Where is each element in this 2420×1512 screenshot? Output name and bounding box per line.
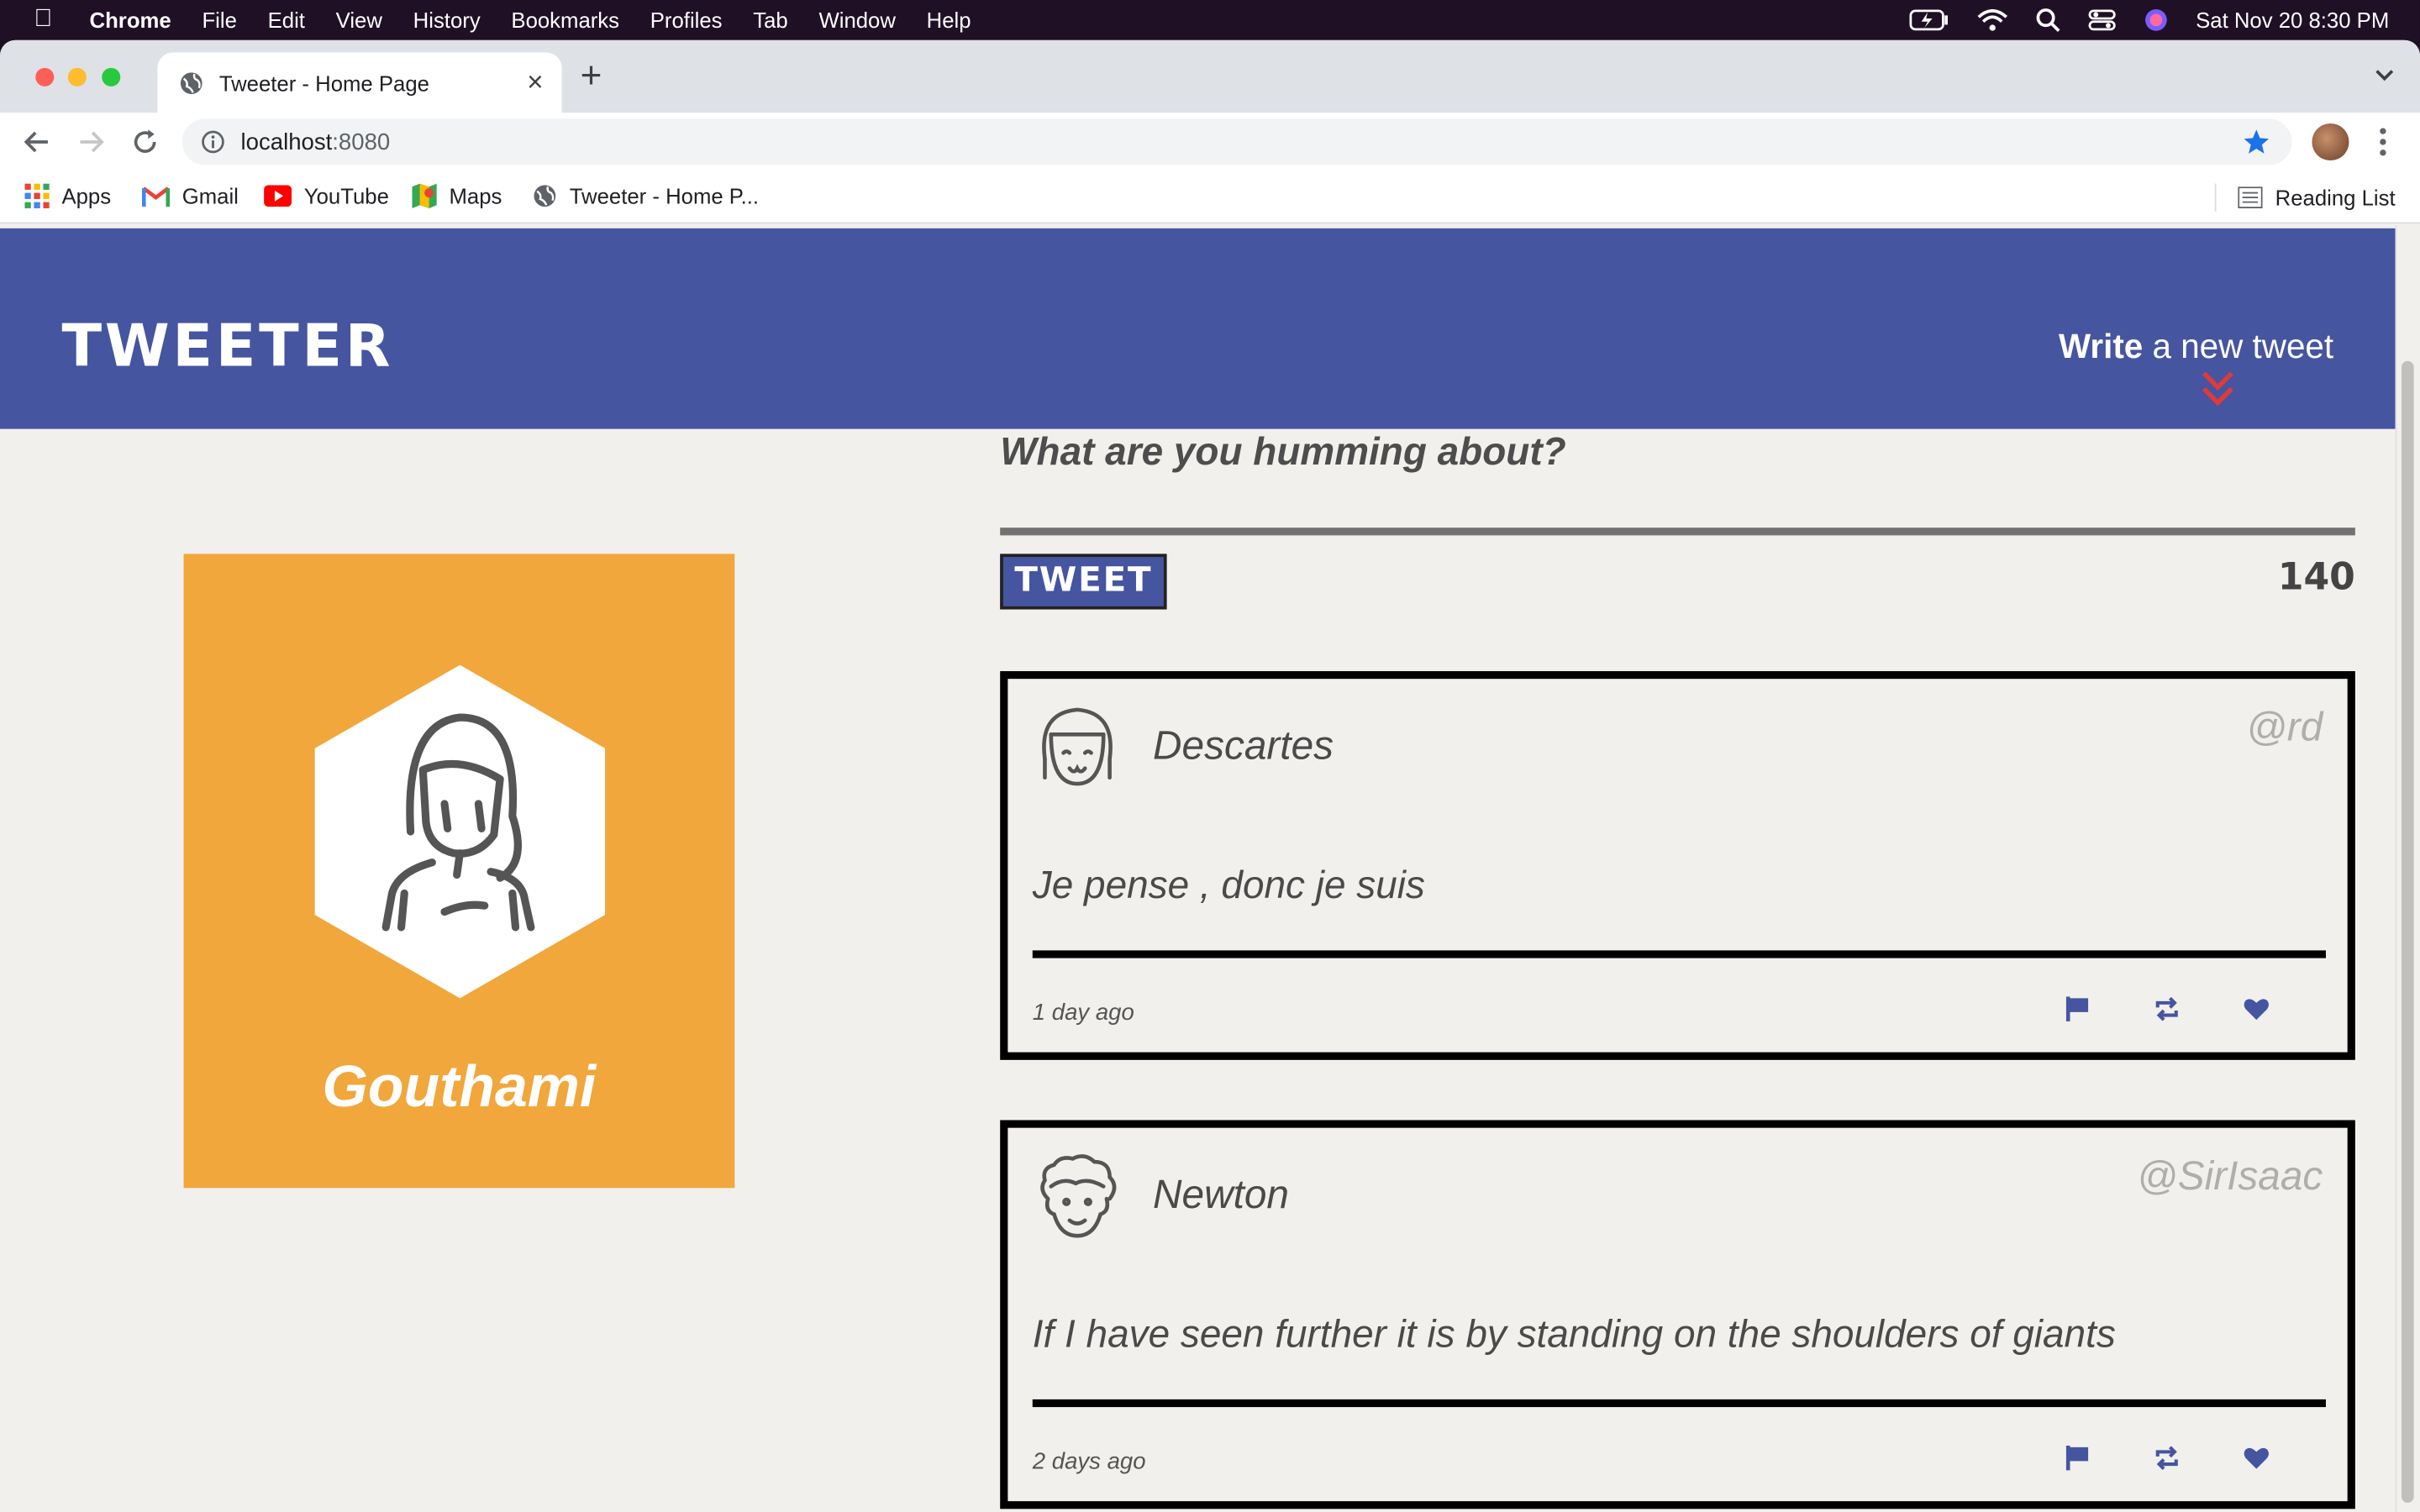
menubar-clock[interactable]: Sat Nov 20 8:30 PM [2196,8,2389,32]
browser-window: Tweeter - Home Page × + localhost:8080 [0,39,2420,1512]
tweet-author-handle: @SirIsaac [2137,1152,2323,1200]
tweet-author-name: Newton [1153,1171,1289,1218]
site-logo[interactable]: TWEETER [61,315,393,376]
page-scrollbar[interactable] [2395,225,2420,1512]
menu-file[interactable]: File [202,8,236,32]
url-host: localhost [240,129,333,155]
reading-list-icon [2238,186,2263,208]
tweet-text: Je pense , donc je suis [1032,864,1425,907]
profile-avatar[interactable] [2312,123,2349,161]
menu-window[interactable]: Window [818,8,895,32]
flag-icon[interactable] [2064,1444,2091,1472]
gmail-icon [141,185,171,207]
bookmark-label: YouTube [303,183,389,208]
browser-toolbar: localhost:8080 [0,113,2420,171]
menu-help[interactable]: Help [927,8,971,32]
write-new-tweet-link[interactable]: Write a new tweet [2059,327,2333,367]
forward-arrow-icon[interactable] [76,127,107,158]
bookmark-star-icon[interactable] [2243,128,2270,155]
tab-search-chevron-icon[interactable] [2374,65,2396,87]
profile-card: Gouthami [183,554,735,1189]
menu-edit[interactable]: Edit [268,8,305,32]
back-arrow-icon[interactable] [22,127,53,158]
globe-icon [180,71,203,94]
tweet-text: If I have seen further it is by standing… [1032,1313,2116,1357]
battery-icon[interactable] [1908,9,1949,31]
wifi-icon[interactable] [1976,9,2007,31]
reload-icon[interactable] [129,127,160,158]
bookmark-label: Maps [449,183,502,208]
address-bar[interactable]: localhost:8080 [182,118,2292,165]
page-viewport: TWEETER Write a new tweet Gouthami What … [0,225,2396,1512]
write-label-rest: a new tweet [2143,327,2334,366]
bookmarks-bar: Apps Gmail YouTube Maps Tweeter - Home P… [0,171,2420,224]
tweet-button[interactable]: TWEET [1000,554,1167,610]
menu-bookmarks[interactable]: Bookmarks [511,8,619,32]
tweet-divider [1032,950,2326,958]
bookmark-apps[interactable]: Apps [24,183,112,208]
flag-icon[interactable] [2064,995,2091,1023]
bookmark-gmail[interactable]: Gmail [141,183,239,208]
bookmark-maps[interactable]: Maps [412,183,502,208]
tweet-timestamp: 2 days ago [1032,1448,1146,1475]
write-label-bold: Write [2058,327,2144,366]
new-tab-button[interactable]: + [581,58,602,96]
tweet-card: Descartes @rd Je pense , donc je suis 1 … [1000,670,2355,1060]
zoom-window-button[interactable] [102,67,121,87]
heart-icon[interactable] [2243,1444,2270,1472]
tweet-author-name: Descartes [1153,722,1334,769]
reading-list-label: Reading List [2275,185,2396,210]
globe-icon [534,185,556,207]
control-center-icon[interactable] [2088,9,2116,31]
url-port: :8080 [332,129,391,155]
macos-menu-bar:  Chrome File Edit View History Bookmark… [0,0,2420,40]
retweet-icon[interactable] [2153,1444,2181,1472]
woman-avatar-icon [314,664,605,999]
compose-underline [1000,528,2355,536]
tab-strip: Tweeter - Home Page × + [0,39,2420,113]
site-info-icon[interactable] [201,129,225,154]
girl-avatar-icon [1042,707,1113,786]
tab-title: Tweeter - Home Page [218,70,429,95]
bookmark-tweeter[interactable]: Tweeter - Home P... [533,184,759,208]
minimize-window-button[interactable] [67,67,87,87]
active-tab[interactable]: Tweeter - Home Page × [157,52,562,113]
heart-icon[interactable] [2243,995,2270,1023]
menu-view[interactable]: View [336,8,382,32]
tweet-divider [1032,1399,2326,1408]
profile-name: Gouthami [322,1055,597,1121]
tweet-card: Newton @SirIsaac If I have seen further … [1000,1120,2355,1509]
spotlight-search-icon[interactable] [2035,8,2060,33]
bookmark-label: Tweeter - Home P... [569,183,760,208]
youtube-icon [264,185,292,207]
menu-profiles[interactable]: Profiles [650,8,723,32]
tweet-author-handle: @rd [2246,703,2323,750]
site-header: TWEETER Write a new tweet [0,228,2396,429]
curly-hair-avatar-icon [1040,1154,1117,1238]
double-chevron-down-icon[interactable] [2201,370,2234,407]
chrome-menu-icon[interactable] [2374,125,2392,159]
bookmarks-divider [2215,183,2217,212]
apps-grid-icon [24,183,50,208]
apple-menu-icon[interactable]:  [34,6,67,34]
close-window-button[interactable] [35,67,55,87]
bookmark-label: Gmail [182,183,239,208]
reading-list-button[interactable]: Reading List [2215,183,2396,212]
bookmark-label: Apps [61,183,112,208]
scrollbar-thumb[interactable] [2401,360,2414,1503]
tweet-timestamp: 1 day ago [1032,1000,1134,1026]
menu-tab[interactable]: Tab [753,8,787,32]
menu-app-name[interactable]: Chrome [90,8,171,32]
retweet-icon[interactable] [2153,995,2181,1023]
bookmark-youtube[interactable]: YouTube [264,184,389,208]
siri-icon[interactable] [2144,8,2168,32]
compose-textarea[interactable]: What are you humming about? [1000,430,1565,475]
maps-icon [412,183,437,208]
menu-history[interactable]: History [413,8,481,32]
char-counter: 140 [2277,555,2355,599]
close-tab-icon[interactable]: × [527,66,543,99]
